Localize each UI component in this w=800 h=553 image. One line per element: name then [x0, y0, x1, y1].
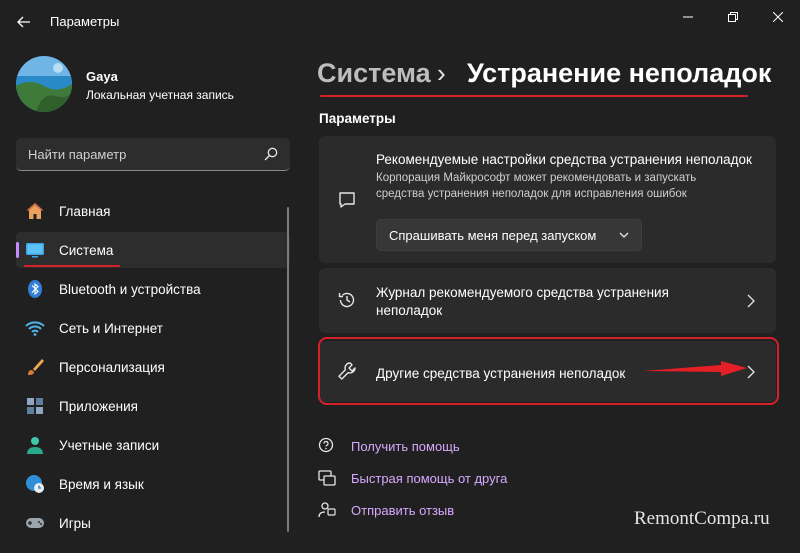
sidebar-item-network[interactable]: Сеть и Интернет — [16, 310, 290, 346]
breadcrumb-separator: › — [437, 58, 446, 88]
brush-icon — [28, 359, 44, 375]
sidebar-item-system[interactable]: Система — [16, 232, 290, 268]
annotation-highlight — [318, 337, 779, 405]
sidebar-item-label: Сеть и Интернет — [59, 321, 163, 336]
sidebar-item-bluetooth[interactable]: Bluetooth и устройства — [16, 271, 290, 307]
window-title: Параметры — [50, 14, 120, 29]
avatar[interactable] — [16, 56, 72, 112]
minimize-button[interactable] — [670, 6, 706, 28]
sidebar-item-label: Приложения — [59, 399, 138, 414]
link-label: Получить помощь — [351, 439, 460, 454]
annotation-underline — [320, 95, 748, 97]
restore-icon — [728, 12, 738, 22]
annotation-underline — [24, 265, 120, 267]
wifi-icon — [25, 321, 45, 336]
sidebar-item-label: Система — [59, 243, 114, 258]
maximize-button[interactable] — [715, 6, 751, 28]
sidebar-item-label: Главная — [59, 204, 111, 219]
search-icon — [264, 147, 278, 161]
close-icon — [773, 12, 783, 22]
search-input[interactable]: Найти параметр — [16, 138, 290, 171]
dropdown-value: Спрашивать меня перед запуском — [389, 228, 597, 243]
sidebar-item-gaming[interactable]: Игры — [16, 505, 290, 541]
breadcrumb-parent[interactable]: Система — [317, 58, 431, 89]
message-icon — [339, 192, 355, 208]
home-icon — [26, 203, 44, 219]
feedback-icon — [318, 502, 336, 518]
sidebar-item-label: Персонализация — [59, 360, 165, 375]
sidebar-item-label: Игры — [59, 516, 91, 531]
quick-assist-link[interactable]: Быстрая помощь от друга — [318, 469, 518, 489]
sidebar-item-label: Bluetooth и устройства — [59, 282, 201, 297]
sidebar-item-apps[interactable]: Приложения — [16, 388, 290, 424]
get-help-link[interactable]: Получить помощь — [318, 437, 478, 457]
search-placeholder: Найти параметр — [28, 147, 127, 162]
person-icon — [27, 437, 43, 454]
recommended-settings-card: Рекомендуемые настройки средства устране… — [319, 136, 776, 263]
sidebar-item-accounts[interactable]: Учетные записи — [16, 427, 290, 463]
card-title: неполадок — [376, 303, 443, 318]
sidebar-item-label: Время и язык — [59, 477, 144, 492]
account-type: Локальная учетная запись — [86, 88, 234, 102]
card-description: средства устранения неполадок для исправ… — [376, 188, 687, 200]
landscape-photo-icon — [16, 56, 72, 112]
link-label: Быстрая помощь от друга — [351, 471, 508, 486]
chevron-down-icon — [619, 232, 629, 238]
apps-icon — [27, 398, 43, 414]
card-description: Корпорация Майкрософт может рекомендоват… — [376, 172, 697, 184]
watermark: RemontCompa.ru — [634, 508, 770, 529]
sidebar-item-personalization[interactable]: Персонализация — [16, 349, 290, 385]
page-title: Устранение неполадок — [467, 58, 772, 88]
link-label: Отправить отзыв — [351, 503, 455, 518]
arrow-left-icon — [17, 16, 30, 28]
title-bar: Параметры — [0, 0, 800, 40]
card-title: Журнал рекомендуемого средства устранени… — [376, 285, 669, 300]
sidebar-item-home[interactable]: Главная — [16, 193, 290, 229]
section-title: Параметры — [319, 111, 396, 126]
troubleshooter-history-card[interactable]: Журнал рекомендуемого средства устранени… — [319, 268, 776, 333]
bluetooth-icon — [28, 280, 42, 298]
sidebar-item-time-language[interactable]: Время и язык — [16, 466, 290, 502]
active-indicator — [16, 242, 19, 258]
help-chat-icon — [318, 437, 334, 453]
gamepad-icon — [26, 518, 44, 528]
close-button[interactable] — [760, 6, 796, 28]
monitor-icon — [26, 243, 44, 258]
back-button[interactable] — [10, 10, 38, 34]
user-name: Gaya — [86, 69, 118, 84]
troubleshooter-preference-dropdown[interactable]: Спрашивать меня перед запуском — [376, 219, 642, 251]
globe-clock-icon — [26, 475, 44, 493]
chevron-right-icon — [747, 294, 755, 308]
history-icon — [338, 292, 355, 308]
card-title: Рекомендуемые настройки средства устране… — [376, 152, 752, 167]
sidebar-scrollbar[interactable] — [287, 207, 289, 532]
remote-desktop-icon — [318, 470, 336, 486]
send-feedback-link[interactable]: Отправить отзыв — [318, 501, 468, 521]
minimize-icon — [683, 16, 693, 18]
sidebar-item-label: Учетные записи — [59, 438, 160, 453]
